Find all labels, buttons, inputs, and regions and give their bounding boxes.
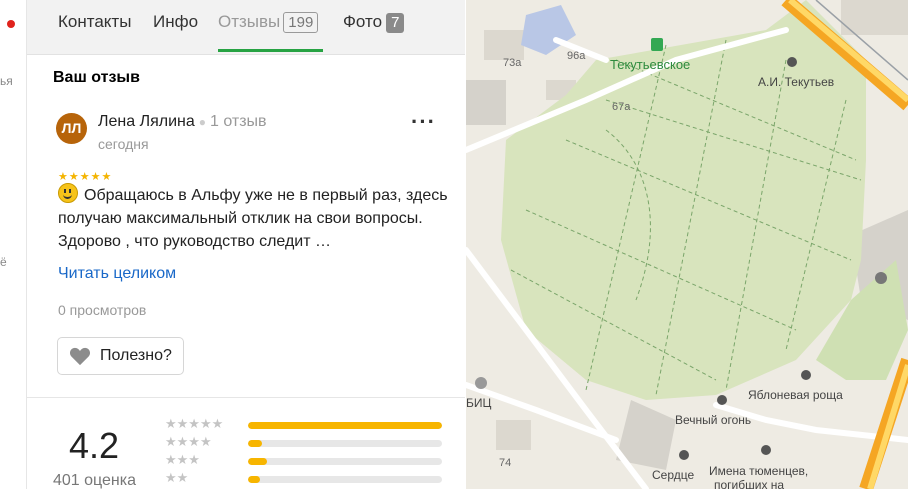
your-review-title: Ваш отзыв xyxy=(53,69,140,86)
rating-bar-stars: ★★★ xyxy=(165,452,200,467)
more-options-icon[interactable]: ··· xyxy=(411,111,436,133)
tab-reviews[interactable]: Отзывы 199 xyxy=(218,12,319,33)
rating-bar-row: ★★★★★ xyxy=(165,416,445,432)
map-label-grove[interactable]: Яблоневая роща xyxy=(748,388,843,402)
active-tab-indicator xyxy=(218,49,323,52)
smiley-emoji-icon xyxy=(58,183,78,203)
rating-bar-row: ★★ xyxy=(165,470,445,486)
rating-bar-fill xyxy=(248,458,268,465)
review-text-body: Обращаюсь в Альфу уже не в первый раз, з… xyxy=(58,187,448,250)
map-address-67a: 67а xyxy=(612,101,631,113)
map-label-tyumen-names[interactable]: Имена тюменцев, xyxy=(709,464,808,478)
tab-info-label: Инфо xyxy=(153,12,199,31)
rating-bar-fill xyxy=(248,476,260,483)
rating-bar-stars: ★★ xyxy=(165,470,189,485)
rating-bar-fill xyxy=(248,422,442,429)
rating-bar-row: ★★★ xyxy=(165,452,445,468)
rating-bar-stars: ★★★★★ xyxy=(165,416,224,431)
useful-button-label: Полезно? xyxy=(100,347,172,364)
left-fragment-2: ё xyxy=(0,255,7,269)
tab-photos-label: Фото xyxy=(343,12,383,31)
map-label-heart[interactable]: Сердце xyxy=(652,468,694,482)
tab-info[interactable]: Инфо xyxy=(153,12,198,32)
map-address-96a: 96а xyxy=(567,50,586,62)
review-views: 0 просмотров xyxy=(58,302,147,318)
author-name[interactable]: Лена Лялина xyxy=(98,113,195,130)
map-label-monument[interactable]: А.И. Текутьев xyxy=(758,75,834,89)
author-separator-dot: ● xyxy=(198,115,206,129)
rating-bar-fill xyxy=(248,440,262,447)
rating-bar-track xyxy=(248,440,442,447)
read-more-link[interactable]: Читать целиком xyxy=(58,265,176,283)
review-stars: ★★★★★ xyxy=(58,171,113,183)
review-author-line: Лена Лялина ● 1 отзыв xyxy=(98,113,267,131)
map-label-bits[interactable]: БИЦ xyxy=(466,396,491,410)
tab-contacts-label: Контакты xyxy=(58,12,132,31)
left-fragment-1: ья xyxy=(0,74,13,88)
map-label-tyumen-names-2[interactable]: погибших на xyxy=(714,478,784,489)
rating-count: 401 оценка xyxy=(53,472,137,489)
rating-bar-track xyxy=(248,476,442,483)
place-card-panel: Контакты Инфо Отзывы 199 Фото 7 Ваш отзыв … xyxy=(27,0,465,489)
tab-reviews-label: Отзывы xyxy=(218,12,281,31)
rating-value: 4.2 xyxy=(69,425,120,466)
left-edge-strip: ья ё xyxy=(0,0,27,489)
useful-button[interactable]: Полезно? xyxy=(57,337,184,375)
author-review-count: 1 отзыв xyxy=(210,113,267,130)
rating-bar-track xyxy=(248,458,442,465)
reviews-count-badge: 199 xyxy=(283,12,319,33)
notification-dot xyxy=(7,20,15,28)
rating-bar-stars: ★★★★ xyxy=(165,434,212,449)
tab-photos[interactable]: Фото 7 xyxy=(343,12,405,33)
photos-count-badge: 7 xyxy=(386,13,405,33)
map-label-park[interactable]: Текутьевское xyxy=(610,57,690,72)
tab-bar: Контакты Инфо Отзывы 199 Фото 7 xyxy=(27,0,465,55)
avatar[interactable]: ЛЛ xyxy=(56,113,87,144)
review-date: сегодня xyxy=(98,136,149,152)
rating-bar-track xyxy=(248,422,442,429)
map-label-eternal-fire[interactable]: Вечный огонь xyxy=(675,413,751,427)
section-divider xyxy=(27,397,465,398)
review-text: Обращаюсь в Альфу уже не в первый раз, з… xyxy=(58,183,458,253)
map-address-73a: 73а xyxy=(503,57,522,69)
heart-icon xyxy=(69,347,91,366)
tab-contacts[interactable]: Контакты xyxy=(58,12,131,32)
map-view[interactable]: Текутьевское А.И. Текутьев Яблоневая рощ… xyxy=(466,0,908,489)
map-address-74: 74 xyxy=(499,457,512,469)
rating-bar-row: ★★★★ xyxy=(165,434,445,450)
